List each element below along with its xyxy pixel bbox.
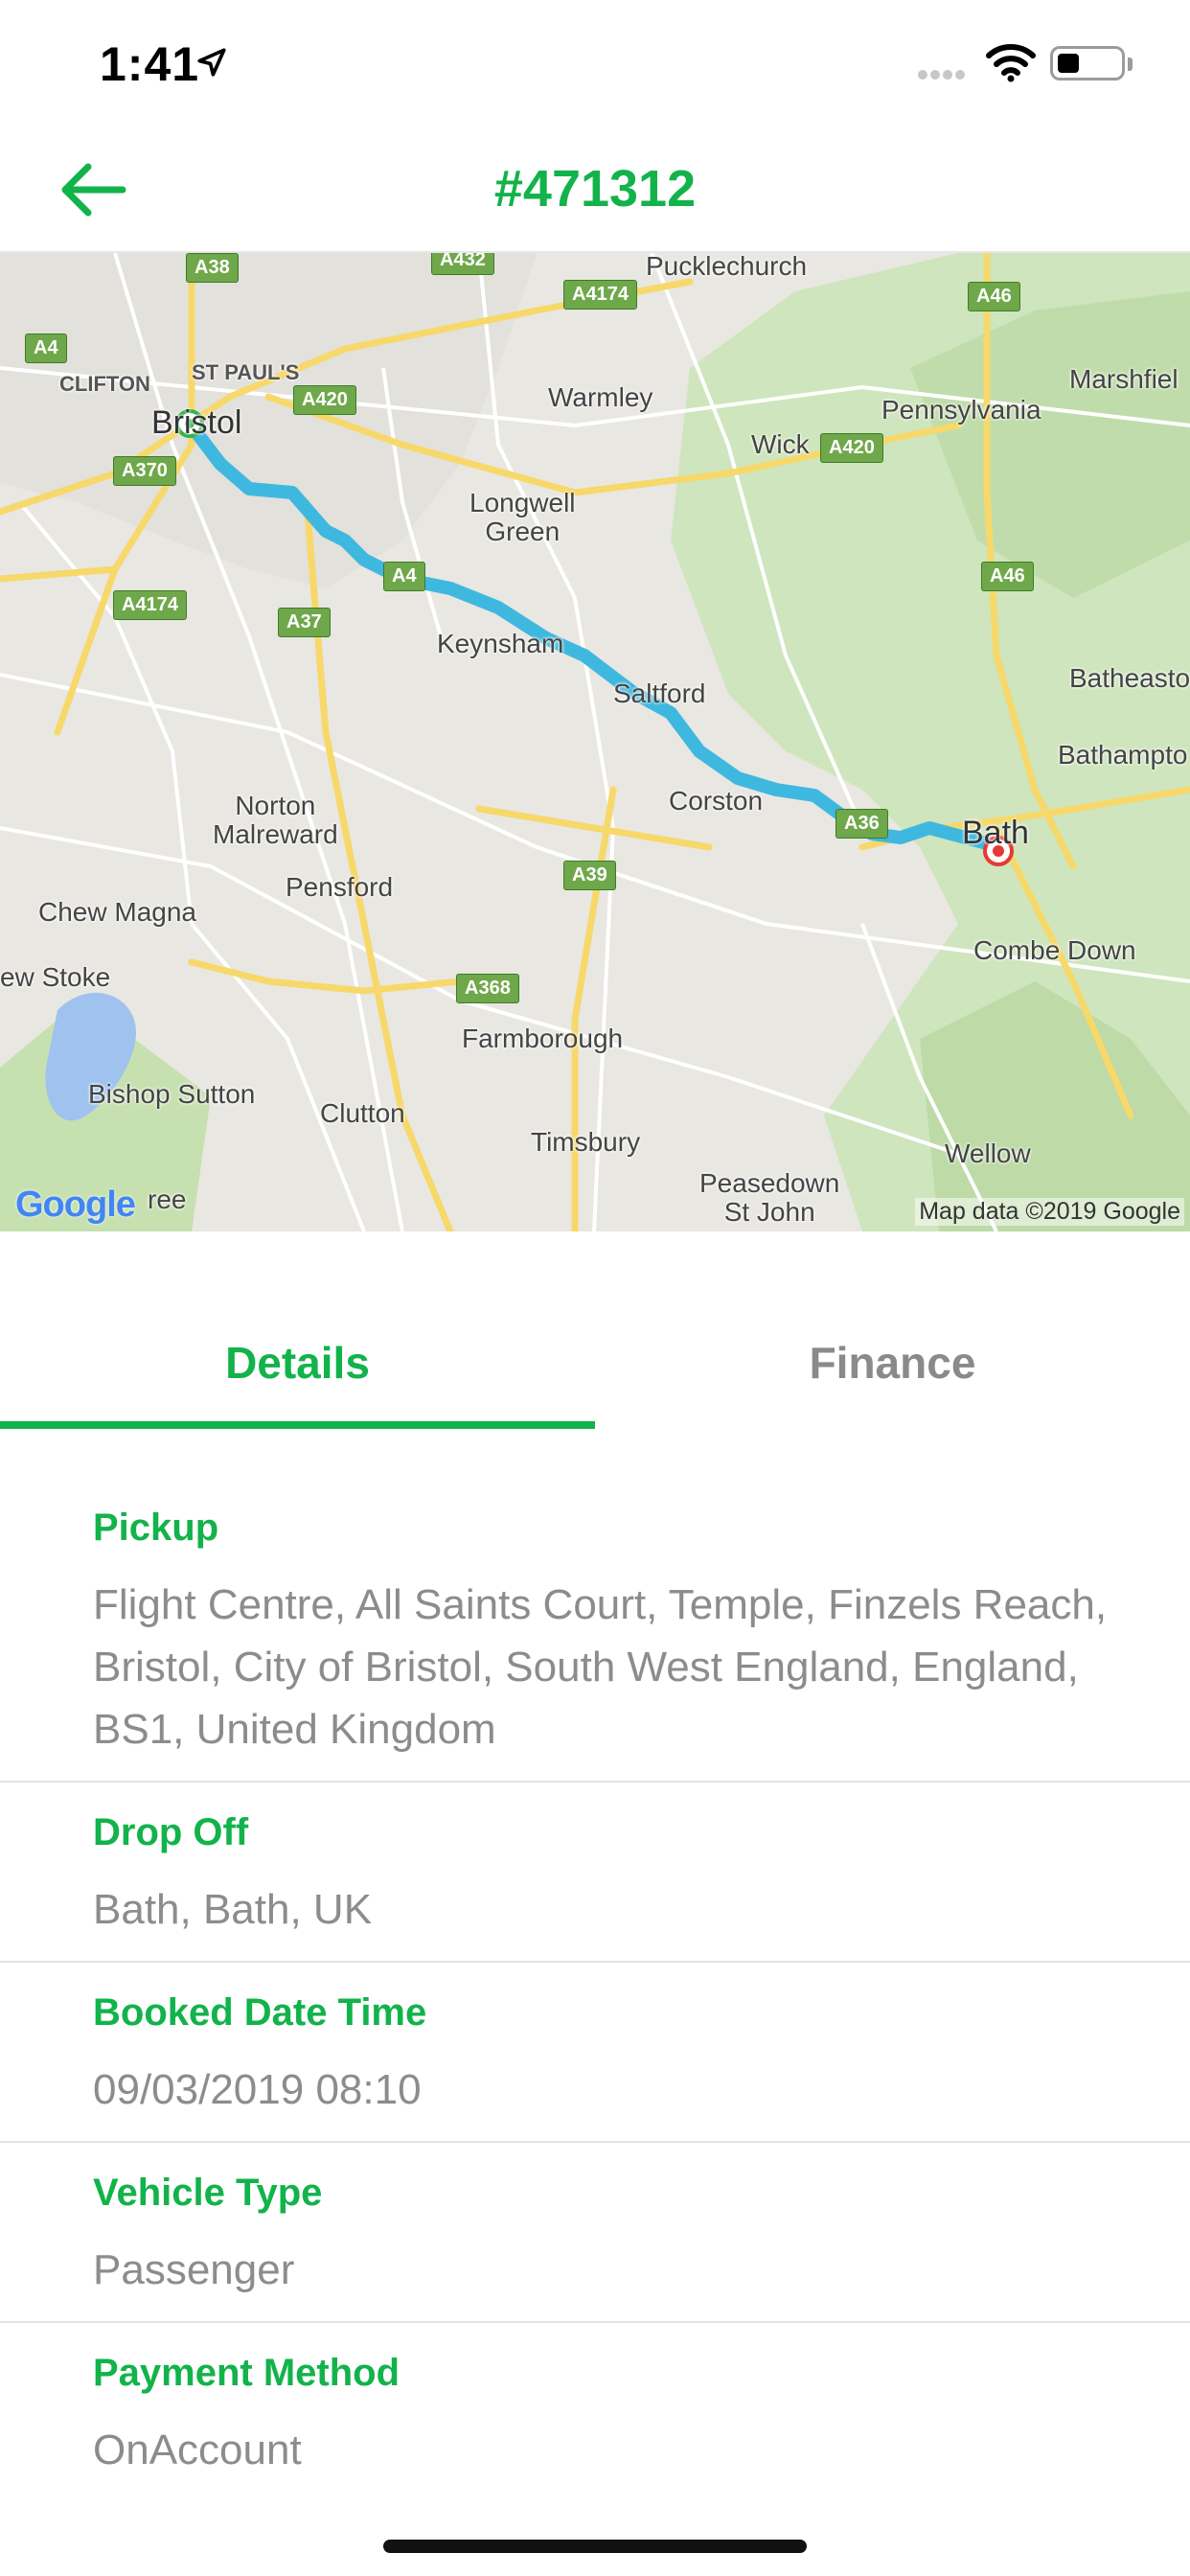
payment-method-section: Payment Method OnAccount [0,2323,1190,2515]
wifi-icon [986,44,1036,82]
pickup-section: Pickup Flight Centre, All Saints Court, … [0,1430,1190,1782]
dropoff-section: Drop Off Bath, Bath, UK [0,1782,1190,1963]
road-shield: A39 [563,861,616,890]
battery-nub [1128,58,1133,71]
place-label: Bath [962,815,1029,851]
place-label: Wick [751,429,810,459]
booked-datetime-section: Booked Date Time 09/03/2019 08:10 [0,1963,1190,2143]
road-shield: A432 [431,253,494,275]
place-label: Pennsylvania [881,395,1041,425]
google-logo: Google [15,1184,136,1225]
road-shield: A4 [383,562,425,591]
place-label: Bishop Sutton [88,1079,256,1109]
dropoff-value: Bath, Bath, UK [93,1886,373,1933]
status-bar: 1:41 [0,0,1190,126]
vehicle-type-label: Vehicle Type [93,2172,323,2214]
home-indicator[interactable] [383,2540,807,2553]
place-label: Timsbury [531,1127,641,1157]
road-shield: A370 [113,456,176,486]
payment-method-label: Payment Method [93,2352,400,2394]
road-shield: A46 [968,282,1020,311]
place-label: Pensford [286,872,394,902]
road-shield: A420 [820,433,883,463]
place-label: ST PAUL'S [192,360,300,384]
status-time: 1:41 [100,37,200,91]
pickup-label: Pickup [93,1506,219,1549]
place-label: Clutton [320,1098,405,1128]
tab-finance[interactable]: Finance [595,1337,1190,1389]
road-shield: A36 [835,809,888,839]
place-label: Longwell Green [469,488,576,546]
place-label: Corston [669,786,764,816]
road-shield: A4 [25,334,67,363]
pickup-value: Flight Centre, All Saints Court, Temple,… [93,1581,1108,1753]
booked-datetime-value: 09/03/2019 08:10 [93,2066,422,2113]
place-label: Bristol [151,404,242,441]
place-label: Chew Magna [38,897,196,927]
place-label: Saltford [613,678,706,708]
place-label: Keynsham [437,629,564,658]
place-label: Batheasto [1069,663,1190,693]
place-label: ew Stoke [0,962,111,992]
route-map[interactable]: Pucklechurch CLIFTON ST PAUL'S Bristol W… [0,253,1190,1231]
place-label: Bathampto [1058,740,1188,770]
road-shield: A37 [278,608,331,637]
location-arrow-icon [197,48,226,77]
tab-bar: Details Finance [0,1231,1190,1430]
vehicle-type-section: Vehicle Type Passenger [0,2143,1190,2323]
place-label: Farmborough [462,1024,624,1053]
nav-bar: #471312 [0,126,1190,253]
place-label: Marshfiel [1069,364,1179,394]
vehicle-type-value: Passenger [93,2246,295,2293]
tab-active-indicator [0,1421,595,1429]
place-label: Wellow [945,1138,1031,1168]
payment-method-value: OnAccount [93,2426,302,2473]
place-label: Warmley [548,382,653,412]
road-shield: A420 [293,385,356,415]
place-label: Peasedown St John [699,1168,840,1227]
road-shield: A4174 [563,280,637,310]
booking-number-title: #471312 [493,160,697,218]
place-label: Combe Down [973,935,1136,965]
road-shield: A46 [981,562,1034,591]
place-label: CLIFTON [59,372,150,396]
tab-details[interactable]: Details [0,1337,595,1389]
road-shield: A368 [456,974,519,1003]
place-label: Pucklechurch [646,253,808,281]
road-shield: A38 [186,253,239,283]
place-label: Norton Malreward [213,791,338,849]
booked-datetime-label: Booked Date Time [93,1991,427,2034]
signal-icon [918,67,968,84]
map-credit: Map data ©2019 Google [915,1198,1184,1226]
battery-icon [1050,46,1125,80]
dropoff-label: Drop Off [93,1811,249,1853]
place-label: ree [148,1184,187,1214]
road-shield: A4174 [113,590,187,620]
